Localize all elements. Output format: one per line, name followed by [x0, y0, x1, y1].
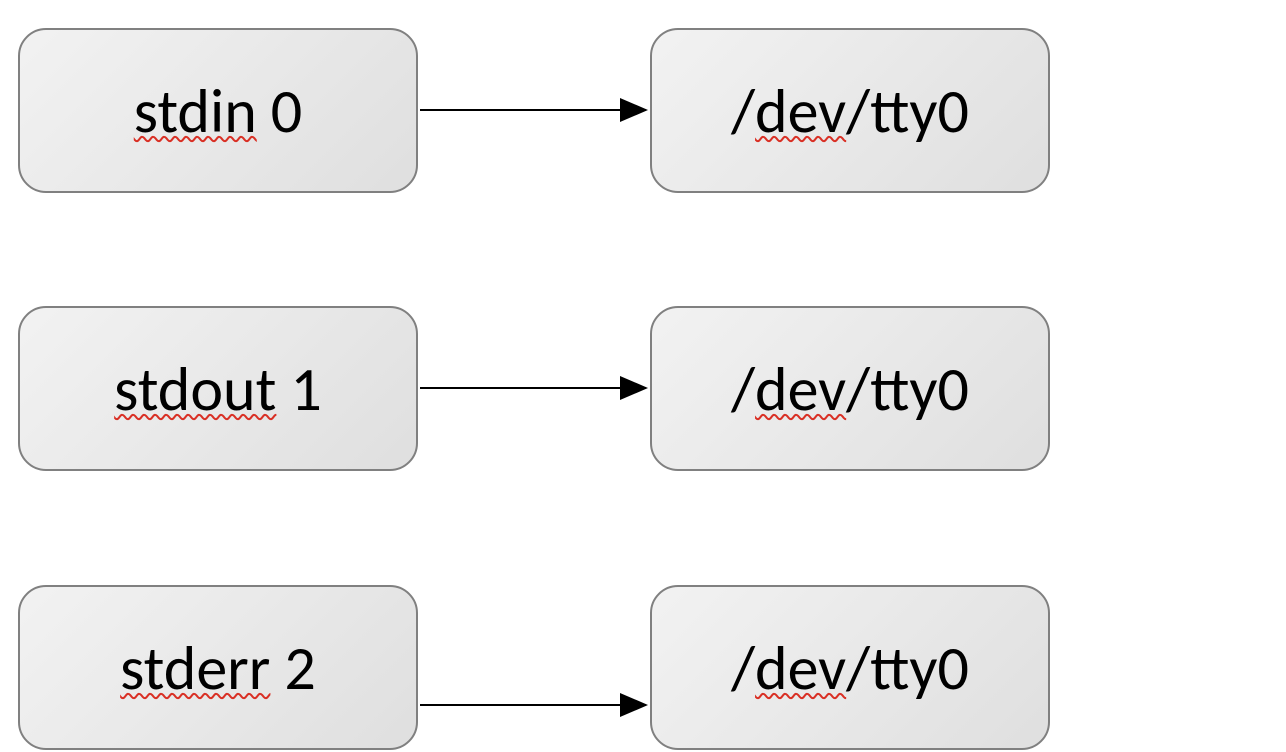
node-tty-bot: /dev/tty0 [650, 585, 1050, 750]
arrow-stdin-to-tty [418, 28, 650, 193]
node-stdout: stdout 1 [18, 306, 418, 471]
node-stdin-label: stdin 0 [134, 80, 302, 142]
node-stderr: stderr 2 [18, 585, 418, 750]
node-tty-bot-label: /dev/tty0 [731, 637, 969, 699]
node-stderr-label: stderr 2 [120, 637, 316, 699]
node-tty-mid: /dev/tty0 [650, 306, 1050, 471]
arrow-stdout-to-tty [418, 306, 650, 471]
node-tty-top-label: /dev/tty0 [731, 80, 969, 142]
node-stdin: stdin 0 [18, 28, 418, 193]
node-tty-top: /dev/tty0 [650, 28, 1050, 193]
arrow-stderr-to-tty [418, 585, 650, 750]
node-tty-mid-label: /dev/tty0 [731, 358, 969, 420]
node-stdout-label: stdout 1 [114, 358, 322, 420]
